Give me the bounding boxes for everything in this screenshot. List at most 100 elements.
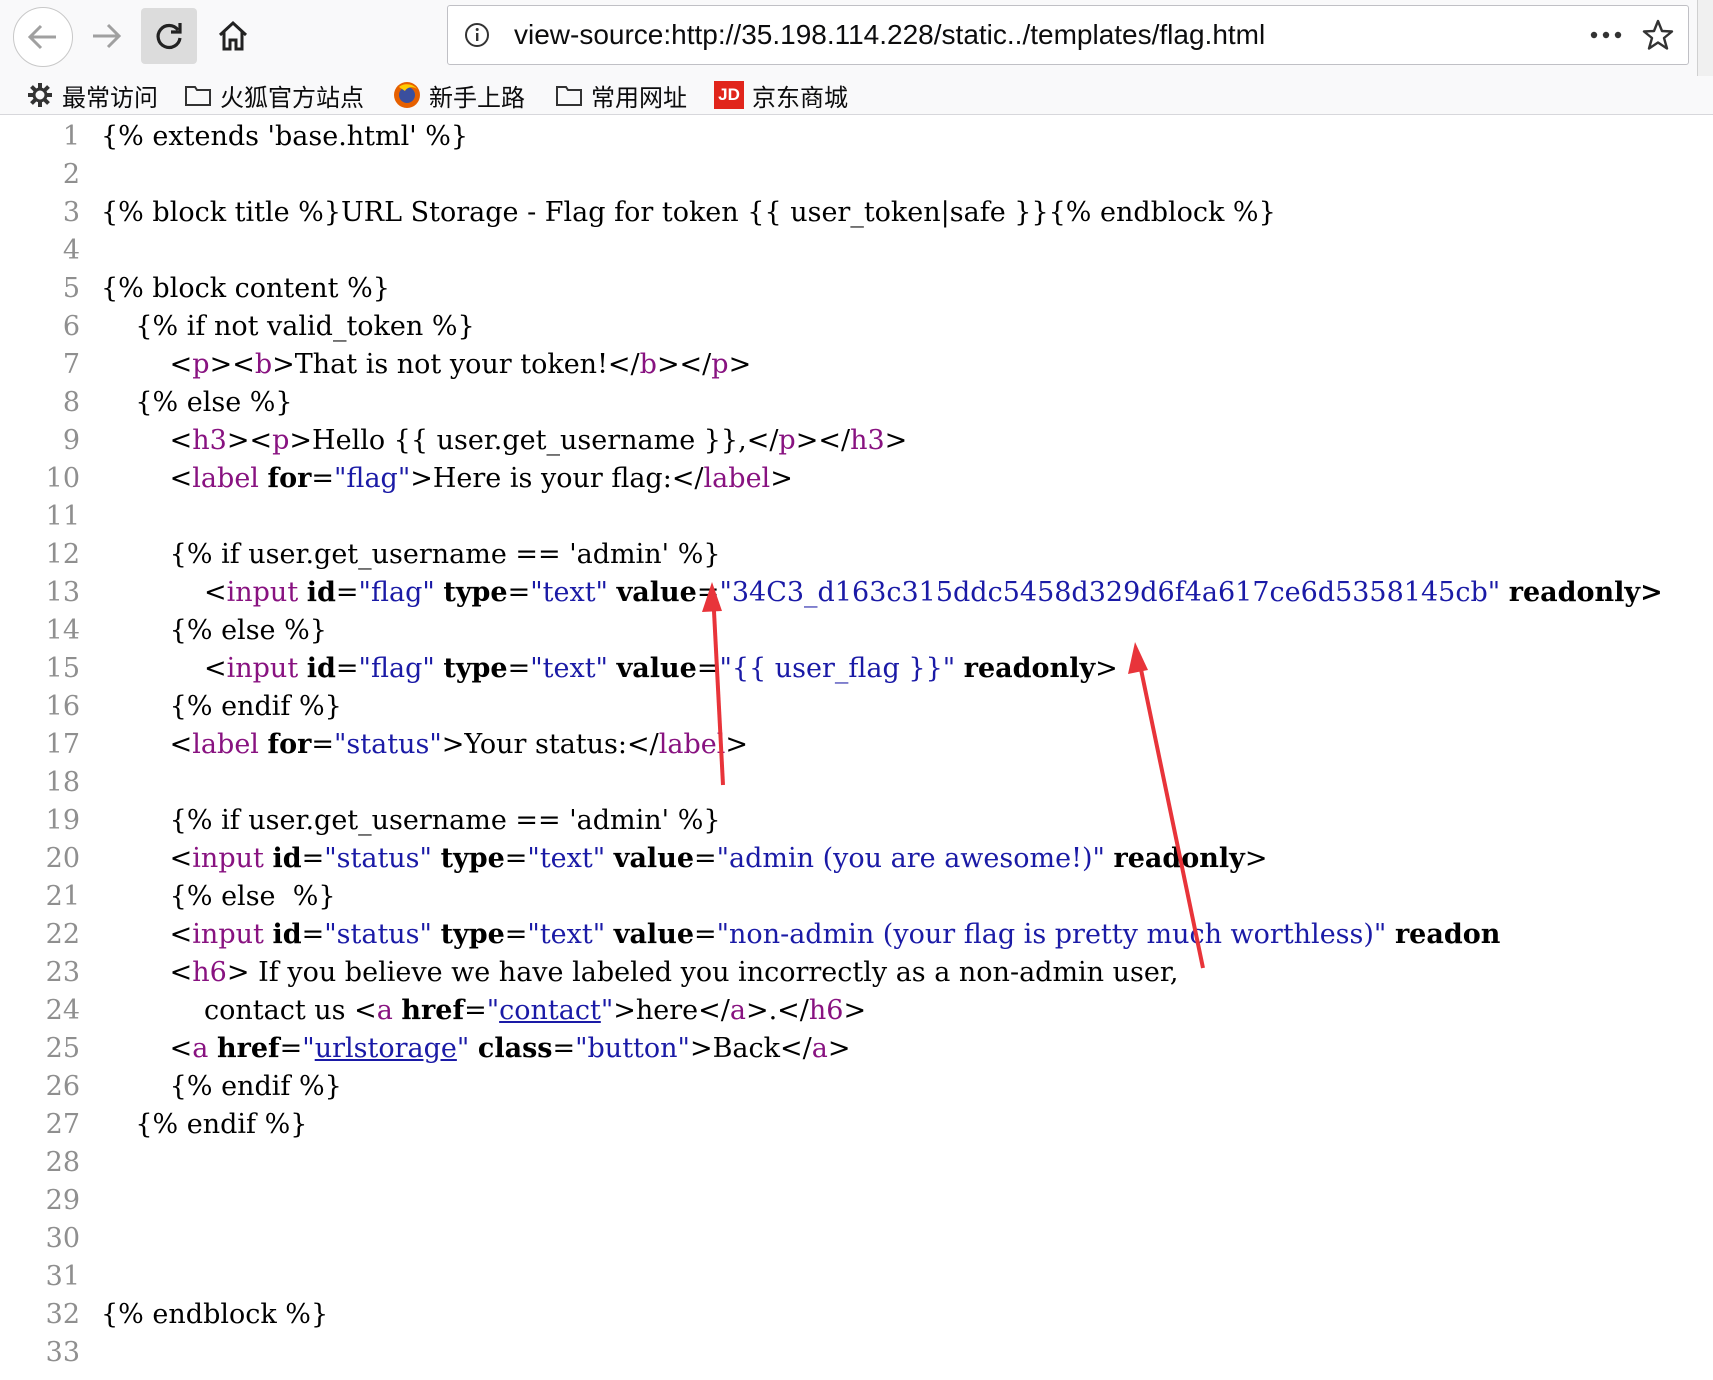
line-code: {% extends 'base.html' %} — [101, 121, 469, 152]
code-text: >< — [226, 425, 273, 456]
html-tag: a — [811, 1033, 828, 1064]
address-bar[interactable]: view-source:http://35.198.114.228/static… — [447, 5, 1689, 65]
html-attribute: value — [616, 577, 697, 608]
html-tag: p — [711, 349, 729, 380]
line-number: 21 — [45, 881, 80, 912]
line-code: {% if user.get_username == 'admin' %} — [101, 539, 721, 570]
line-code: <input id="flag" type="text" value="{{ u… — [101, 653, 1118, 684]
firefox-logo-icon — [393, 81, 421, 109]
attribute-value: " — [302, 1033, 315, 1064]
info-icon[interactable] — [464, 22, 490, 48]
code-text: > — [728, 349, 752, 380]
html-tag: h6 — [192, 957, 227, 988]
line-code: <h3><p>Hello {{ user.get_username }},</p… — [101, 422, 908, 460]
flag-value: "34C3_d163c315ddc5458d329d6f4a617ce6d535… — [719, 577, 1501, 608]
code-text: < — [101, 919, 193, 950]
bookmark-label: 火狐官方站点 — [220, 83, 364, 112]
html-tag: input — [192, 843, 264, 874]
bookmark-getting-started[interactable]: 新手上路 — [393, 76, 525, 114]
html-attribute: id — [272, 843, 302, 874]
line-code: {% else %} — [101, 387, 293, 418]
bookmark-most-visited[interactable]: 最常访问 — [26, 76, 158, 114]
html-tag: input — [226, 577, 299, 608]
bookmark-common-sites[interactable]: 常用网址 — [555, 76, 687, 114]
line-number: 26 — [45, 1071, 80, 1102]
line-code: {% block content %} — [101, 273, 390, 304]
reload-icon — [156, 23, 182, 50]
home-button[interactable] — [205, 8, 261, 64]
html-attribute: id — [306, 577, 336, 608]
browser-toolbar: view-source:http://35.198.114.228/static… — [0, 0, 1713, 76]
line-number: 25 — [45, 1033, 80, 1064]
attribute-value: " — [600, 995, 614, 1026]
line-code: <label for="flag">Here is your flag:</la… — [101, 460, 793, 498]
more-options-icon[interactable] — [1588, 24, 1624, 46]
html-tag: label — [658, 729, 726, 760]
line-number: 15 — [45, 653, 80, 684]
html-tag: h3 — [850, 425, 885, 456]
line-code: {% else %} — [101, 881, 336, 912]
html-tag: a — [729, 995, 746, 1026]
line-number: 24 — [45, 995, 80, 1026]
code-text: < — [101, 1033, 193, 1064]
line-number: 6 — [62, 311, 80, 342]
forward-button[interactable] — [78, 8, 134, 64]
bookmark-star-icon[interactable] — [1642, 19, 1674, 51]
line-code: <p><b>That is not your token!</b></p> — [101, 346, 752, 384]
bookmark-label: 新手上路 — [429, 83, 525, 112]
line-number: 27 — [45, 1109, 80, 1140]
line-number: 30 — [45, 1223, 80, 1254]
code-text: ></ — [656, 349, 712, 380]
attribute-value: "text" — [530, 577, 608, 608]
code-text: > — [1244, 843, 1268, 874]
html-attribute: value — [613, 919, 694, 950]
line-code: {% endif %} — [101, 1109, 308, 1140]
line-number: 20 — [45, 843, 80, 874]
code-text: < — [101, 729, 193, 760]
bookmark-label: 最常访问 — [62, 83, 158, 112]
code-text: ></ — [795, 425, 851, 456]
back-button[interactable] — [13, 7, 73, 67]
line-code: {% if user.get_username == 'admin' %} — [101, 805, 721, 836]
html-attribute: href — [401, 995, 465, 1026]
bookmark-firefox-sites[interactable]: 火狐官方站点 — [184, 76, 364, 114]
line-number: 22 — [45, 919, 80, 950]
window-edge — [1697, 0, 1713, 76]
html-tag: a — [376, 995, 393, 1026]
line-code: <input id="status" type="text" value="no… — [101, 919, 1501, 950]
line-number: 12 — [45, 539, 80, 570]
html-attribute: id — [272, 919, 302, 950]
attribute-value: "status" — [334, 729, 442, 760]
html-attribute: readon — [1394, 919, 1501, 950]
bookmark-label: 常用网址 — [591, 83, 687, 112]
attribute-value: "status" — [324, 843, 432, 874]
url-text[interactable]: view-source:http://35.198.114.228/static… — [514, 6, 1265, 64]
arrow-left-icon — [27, 24, 56, 50]
code-text: > — [827, 1033, 851, 1064]
code-text: >Your status:</ — [441, 729, 659, 760]
line-code: {% endif %} — [101, 691, 342, 722]
attribute-value: "{{ user_flag }}" — [719, 653, 956, 684]
code-text: >here</ — [613, 995, 730, 1026]
line-number: 19 — [45, 805, 80, 836]
reload-button[interactable] — [141, 8, 197, 64]
html-attribute: class — [477, 1033, 553, 1064]
html-attribute: readonly — [963, 653, 1096, 684]
line-number: 11 — [45, 501, 80, 532]
line-number: 23 — [45, 957, 80, 988]
bookmark-jd-mall[interactable]: JD 京东商城 — [714, 76, 848, 114]
html-attribute: value — [616, 653, 697, 684]
contact-link[interactable]: contact — [499, 995, 601, 1026]
html-tag: a — [192, 1033, 209, 1064]
line-number: 7 — [62, 349, 80, 380]
line-code: {% block title %}URL Storage - Flag for … — [101, 197, 1276, 228]
code-text: < — [101, 653, 227, 684]
html-attribute: readonly> — [1508, 577, 1663, 608]
urlstorage-link[interactable]: urlstorage — [315, 1033, 457, 1064]
html-attribute: readonly — [1113, 843, 1245, 874]
line-number: 18 — [45, 767, 80, 798]
code-text: < — [169, 349, 193, 380]
line-number: 4 — [62, 235, 80, 266]
attribute-value: " — [456, 1033, 470, 1064]
